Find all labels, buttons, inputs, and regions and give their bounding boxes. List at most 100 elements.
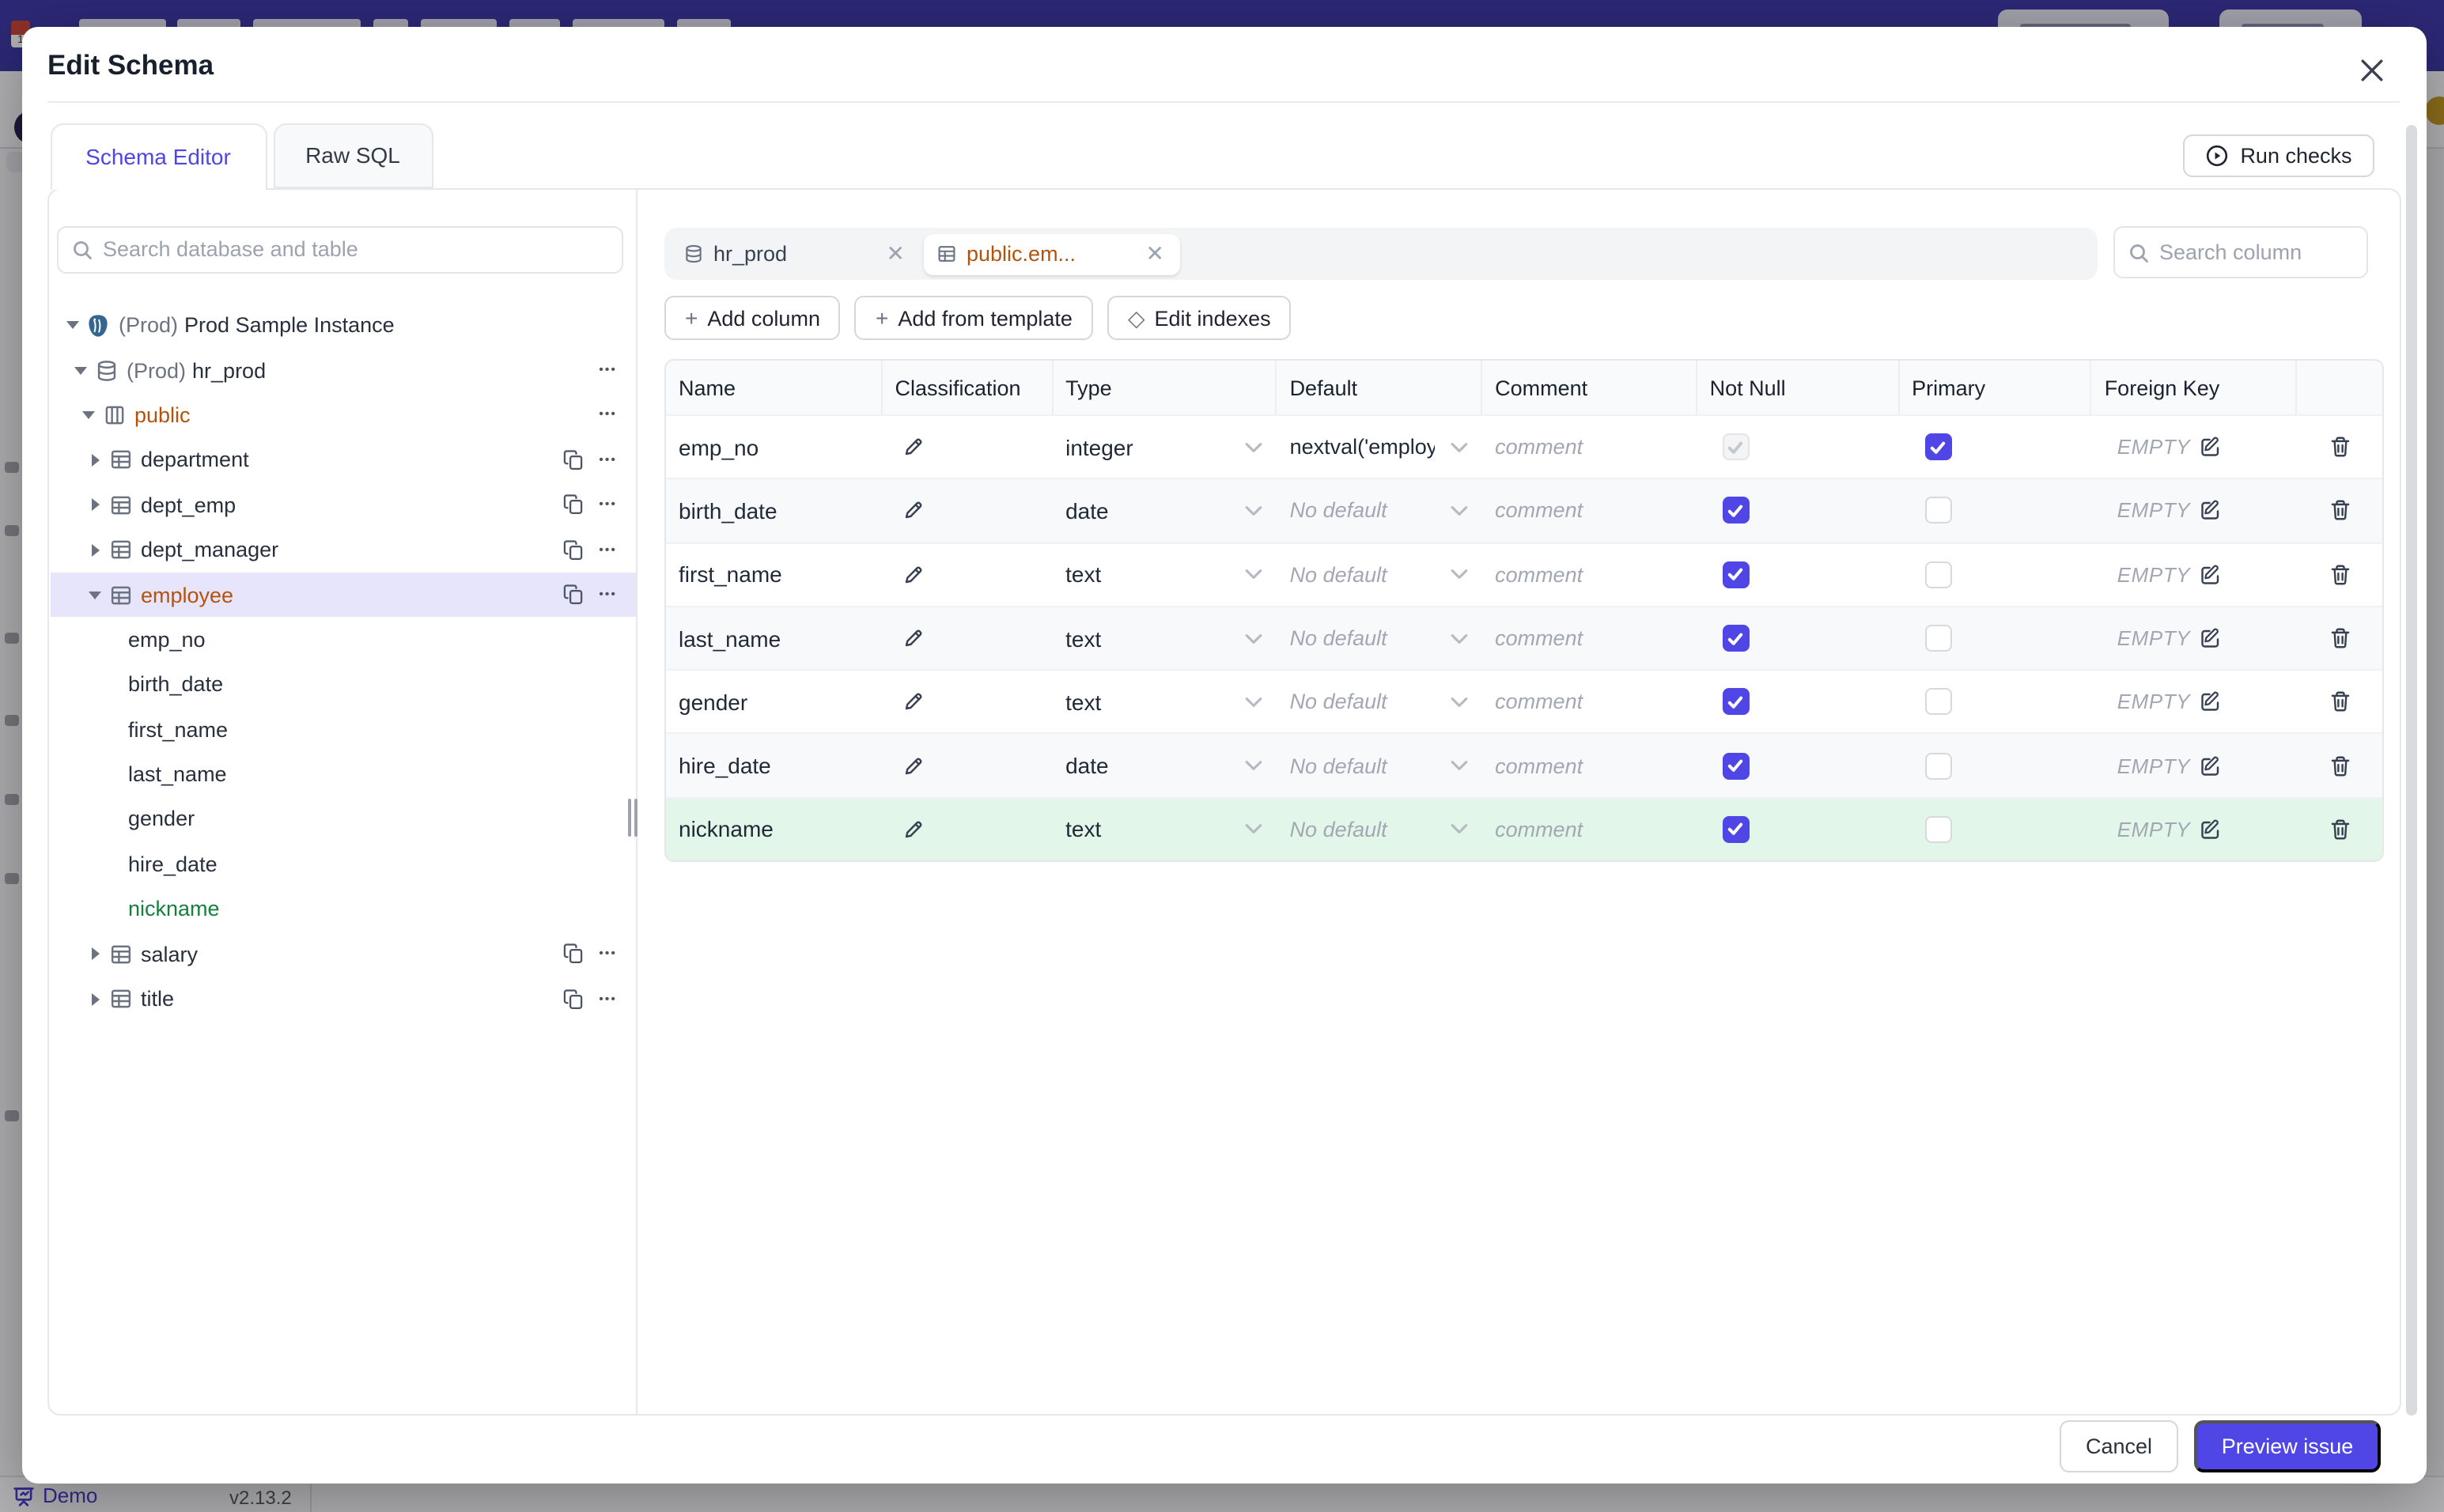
caret-down-icon[interactable] (63, 321, 82, 330)
panel-resize-handle[interactable] (628, 798, 637, 836)
cell-name[interactable]: birth_date (666, 480, 882, 542)
cell-name[interactable]: hire_date (666, 735, 882, 797)
cell-name[interactable]: first_name (666, 543, 882, 606)
cell-comment[interactable]: comment (1482, 480, 1697, 542)
cell-default[interactable]: No default (1277, 607, 1483, 670)
tree-item-last_name[interactable]: last_name (51, 752, 636, 797)
editor-tab-publicem[interactable]: public.em... ✕ (924, 233, 1180, 274)
caret-right-icon[interactable] (85, 947, 104, 961)
cell-comment[interactable]: comment (1482, 799, 1697, 861)
trash-icon[interactable] (2328, 626, 2351, 650)
tree-item-hr_prod[interactable]: (Prod) hr_prod ••• (51, 348, 636, 393)
not-null-checkbox[interactable] (1722, 497, 1750, 524)
cell-default[interactable]: No default (1277, 671, 1483, 733)
cell-name[interactable]: gender (666, 671, 882, 733)
more-actions-icon[interactable]: ••• (599, 407, 617, 423)
not-null-checkbox[interactable] (1722, 625, 1750, 652)
cell-type[interactable]: text (1053, 543, 1277, 606)
tree-item-dept_emp[interactable]: dept_emp ••• (51, 482, 636, 527)
run-checks-button[interactable]: Run checks (2183, 134, 2374, 177)
cell-default[interactable]: No default (1277, 480, 1483, 542)
copy-icon[interactable] (562, 943, 585, 965)
edit-indexes-button[interactable]: ◇ Edit indexes (1107, 296, 1292, 340)
cell-type[interactable]: date (1053, 735, 1277, 797)
more-actions-icon[interactable]: ••• (599, 587, 617, 603)
copy-icon[interactable] (562, 539, 585, 561)
tree-search-input[interactable] (103, 237, 609, 261)
cell-name[interactable]: emp_no (666, 416, 882, 478)
tree-item-nickname[interactable]: nickname (51, 886, 636, 932)
pencil-icon[interactable] (901, 499, 925, 523)
trash-icon[interactable] (2328, 499, 2351, 523)
pencil-icon[interactable] (901, 562, 925, 586)
not-null-checkbox[interactable] (1722, 752, 1750, 780)
cell-comment[interactable]: comment (1482, 671, 1697, 733)
primary-checkbox[interactable] (1924, 625, 1952, 652)
primary-checkbox[interactable] (1924, 815, 1952, 843)
cell-default[interactable]: No default (1277, 735, 1483, 797)
not-null-checkbox[interactable] (1722, 561, 1750, 588)
more-actions-icon[interactable]: ••• (599, 991, 617, 1007)
copy-icon[interactable] (562, 584, 585, 606)
trash-icon[interactable] (2328, 435, 2351, 459)
preview-issue-button[interactable]: Preview issue (2194, 1419, 2381, 1472)
not-null-checkbox[interactable] (1722, 815, 1750, 843)
column-search-input[interactable] (2159, 240, 2439, 264)
caret-down-icon[interactable] (79, 410, 98, 419)
edit-square-icon[interactable] (2198, 562, 2222, 586)
tree-item-employee[interactable]: employee ••• (51, 572, 636, 618)
cell-name[interactable]: last_name (666, 607, 882, 670)
pencil-icon[interactable] (901, 626, 925, 650)
cell-comment[interactable]: comment (1482, 543, 1697, 606)
edit-square-icon[interactable] (2198, 435, 2222, 459)
edit-square-icon[interactable] (2198, 754, 2222, 777)
caret-right-icon[interactable] (85, 453, 104, 467)
edit-square-icon[interactable] (2198, 626, 2222, 650)
cell-type[interactable]: text (1053, 671, 1277, 733)
cell-comment[interactable]: comment (1482, 416, 1697, 478)
cancel-button[interactable]: Cancel (2060, 1419, 2178, 1472)
primary-checkbox[interactable] (1924, 561, 1952, 588)
cell-type[interactable]: date (1053, 480, 1277, 542)
trash-icon[interactable] (2328, 562, 2351, 586)
caret-down-icon[interactable] (71, 366, 90, 375)
cell-comment[interactable]: comment (1482, 735, 1697, 797)
cell-type[interactable]: integer (1053, 416, 1277, 478)
tree-item-Prod Sample Instance[interactable]: (Prod) Prod Sample Instance (51, 303, 636, 348)
trash-icon[interactable] (2328, 818, 2351, 841)
pencil-icon[interactable] (901, 754, 925, 777)
cell-name[interactable]: nickname (666, 799, 882, 861)
tree-item-hire_date[interactable]: hire_date (51, 841, 636, 886)
trash-icon[interactable] (2328, 754, 2351, 777)
caret-down-icon[interactable] (85, 591, 104, 599)
primary-checkbox[interactable] (1924, 497, 1952, 524)
caret-right-icon[interactable] (85, 498, 104, 512)
tree-item-gender[interactable]: gender (51, 797, 636, 842)
trash-icon[interactable] (2328, 690, 2351, 714)
more-actions-icon[interactable]: ••• (599, 542, 617, 558)
tree-item-salary[interactable]: salary ••• (51, 932, 636, 977)
close-icon[interactable] (2354, 53, 2389, 88)
cell-default[interactable]: No default (1277, 799, 1483, 861)
editor-tab-hr_prod[interactable]: hr_prod ✕ (677, 234, 914, 274)
tree-item-birth_date[interactable]: birth_date (51, 662, 636, 707)
cell-comment[interactable]: comment (1482, 607, 1697, 670)
close-tab-icon[interactable]: ✕ (883, 240, 908, 267)
caret-right-icon[interactable] (85, 992, 104, 1006)
add-column-button[interactable]: + Add column (664, 296, 841, 340)
tree-item-public[interactable]: public ••• (51, 393, 636, 438)
not-null-checkbox[interactable] (1722, 433, 1750, 461)
pencil-icon[interactable] (901, 435, 925, 459)
cell-default[interactable]: No default (1277, 543, 1483, 606)
tree-item-first_name[interactable]: first_name (51, 707, 636, 752)
tab-schema-editor[interactable]: Schema Editor (50, 123, 267, 190)
primary-checkbox[interactable] (1924, 688, 1952, 716)
pencil-icon[interactable] (901, 690, 925, 714)
tab-raw-sql[interactable]: Raw SQL (273, 123, 433, 188)
copy-icon[interactable] (562, 494, 585, 516)
cell-type[interactable]: text (1053, 799, 1277, 861)
copy-icon[interactable] (562, 449, 585, 471)
cell-default[interactable]: nextval('employ (1277, 416, 1483, 478)
more-actions-icon[interactable]: ••• (599, 497, 617, 513)
cell-type[interactable]: text (1053, 607, 1277, 670)
